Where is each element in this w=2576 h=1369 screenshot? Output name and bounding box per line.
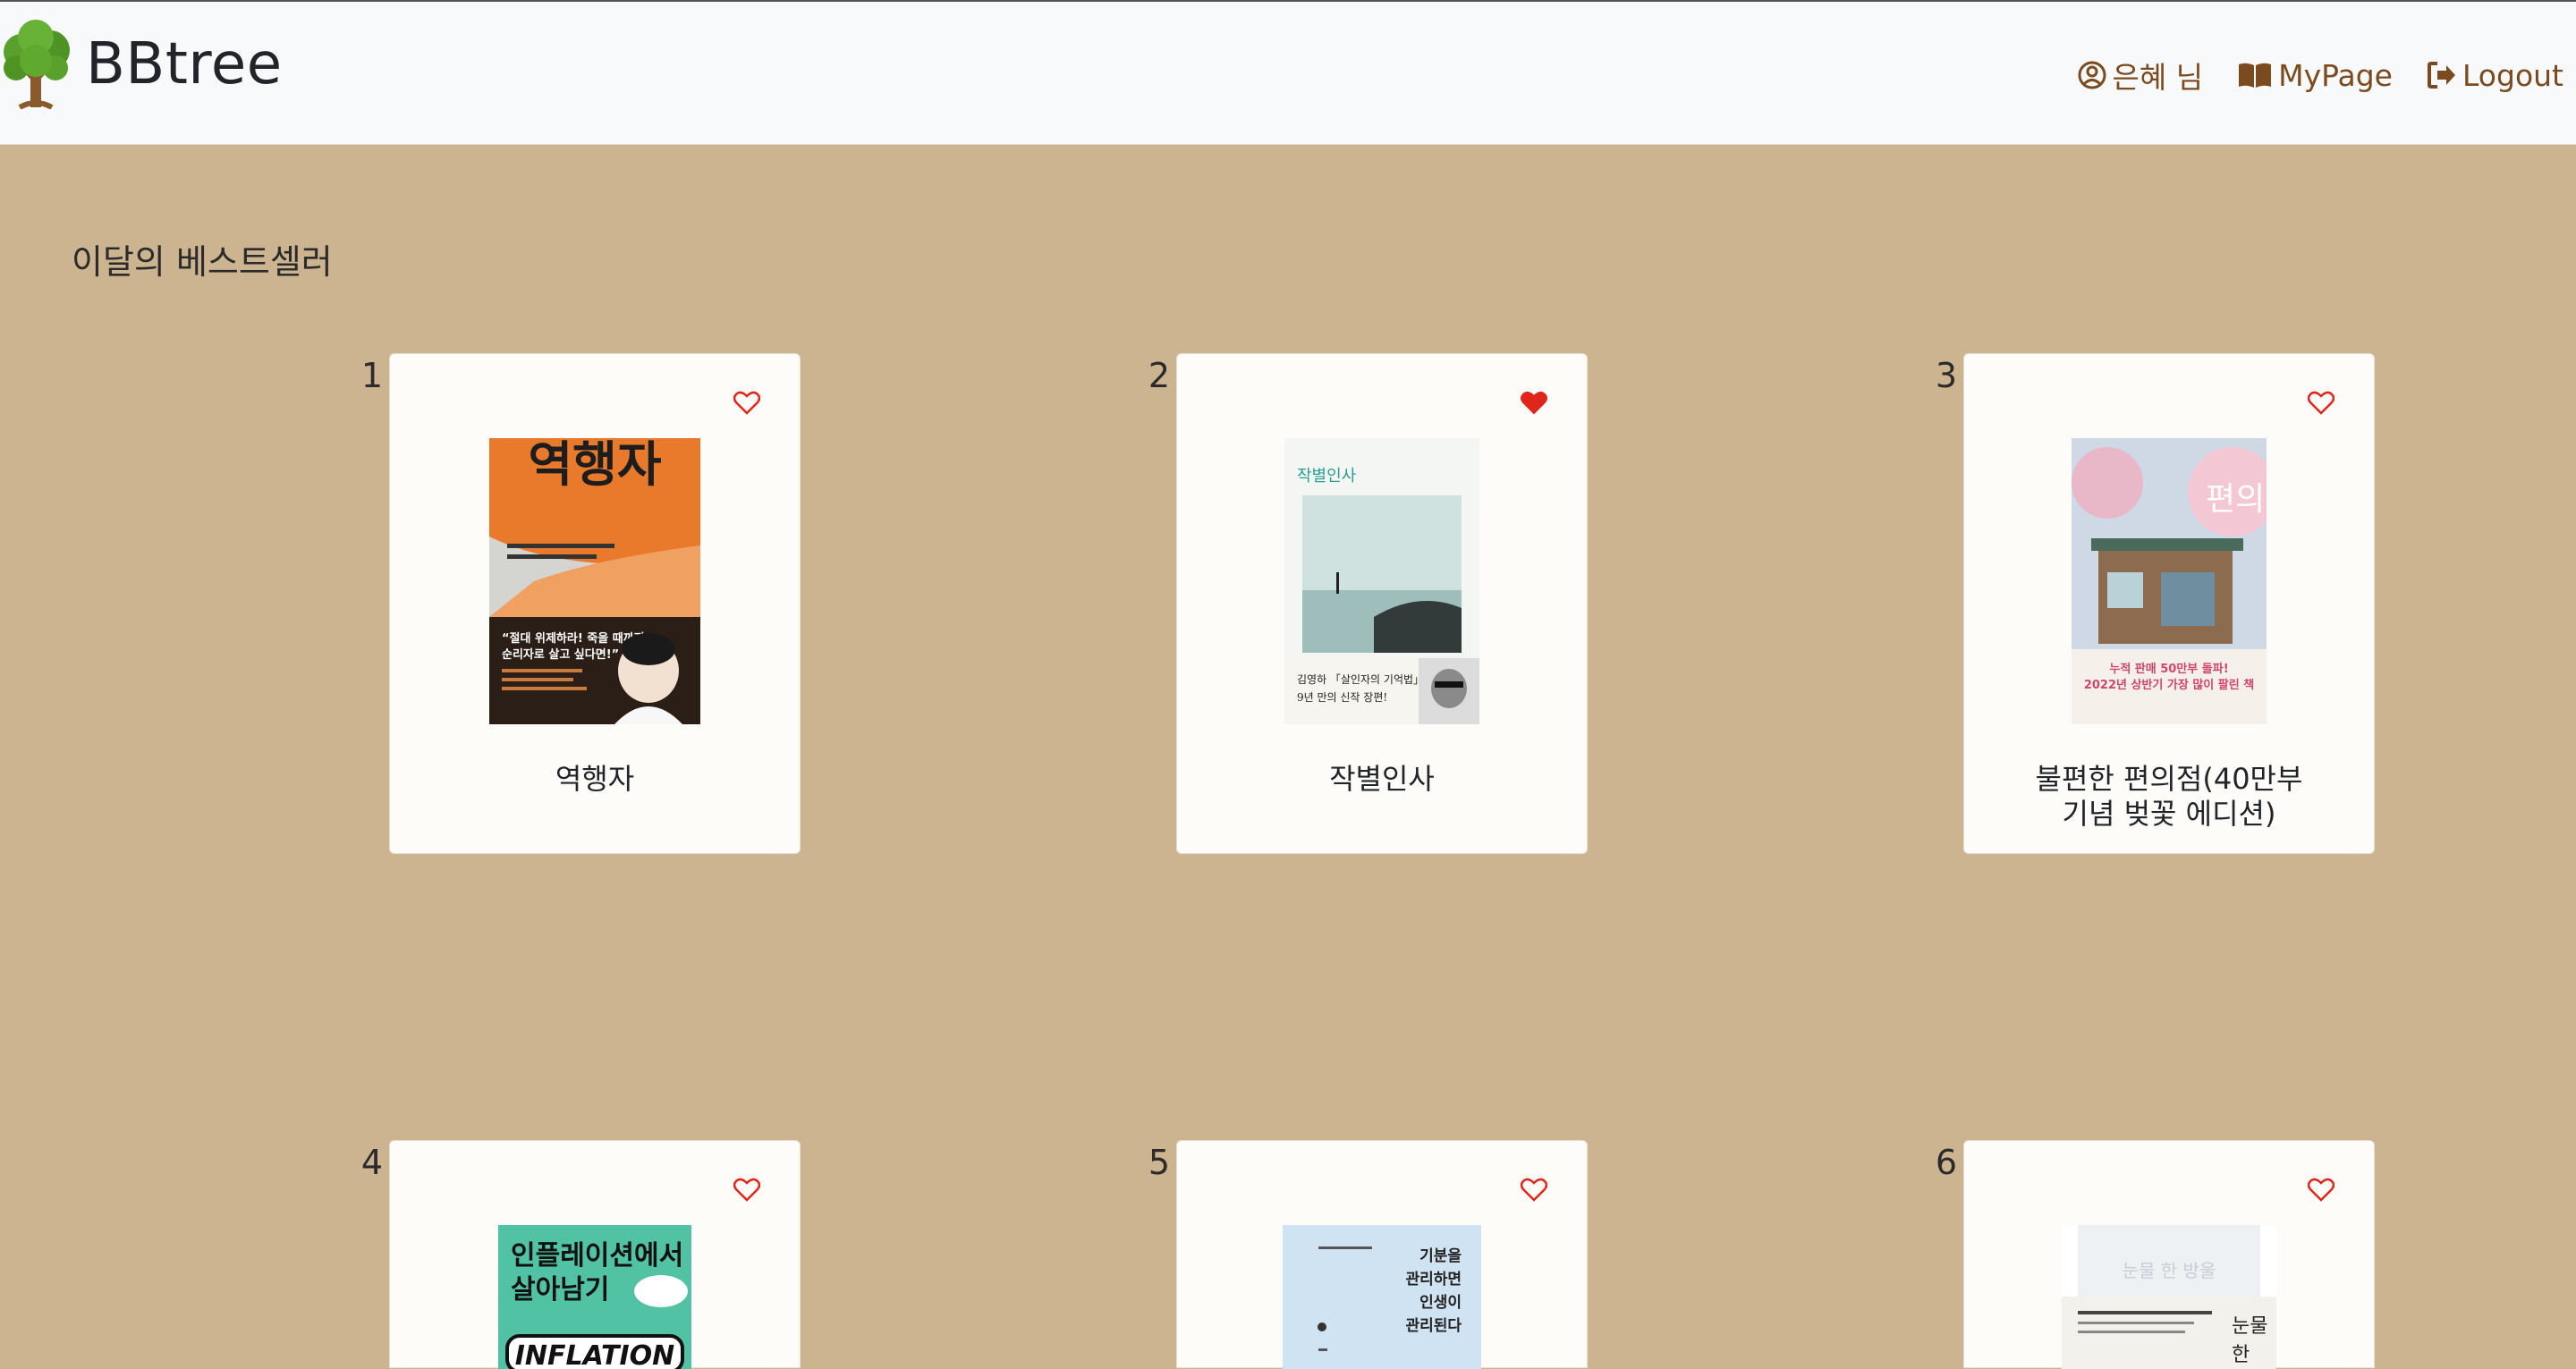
- book-card[interactable]: 작별인사 김영하 「살인자의 기억법」 이후 9년 만의 신작 장편! 작별인사: [1176, 353, 1588, 854]
- cover-title-text: 역행자: [528, 438, 661, 493]
- mypage-link[interactable]: MyPage: [2237, 58, 2393, 93]
- heart-outline-icon[interactable]: [733, 1177, 760, 1202]
- book-cover-image[interactable]: 편의 누적 판매 50만부 돌파! 2022년 상반기 가장 많이 팔린 책: [2072, 438, 2267, 724]
- book-title[interactable]: 역행자: [444, 762, 746, 797]
- book-cover-image[interactable]: 인플레이션에서 살아남기 INFLATION: [498, 1225, 691, 1369]
- cover-quote-text-2: 순리자로 살고 싶다면!”: [502, 647, 619, 662]
- brand-name: BBtree: [86, 31, 283, 97]
- brand-link[interactable]: BBtree: [0, 20, 283, 109]
- book-cover-image[interactable]: 역행자 “절대 위제하라! 죽을 때까지 순리자로 살고 싶다면!”: [489, 438, 700, 724]
- tree-logo-icon: [4, 20, 70, 109]
- sign-out-icon: [2428, 62, 2455, 89]
- nav-links: 은혜 님 MyPage Logout: [2043, 54, 2563, 97]
- cover-title-text: 기분을: [1419, 1247, 1462, 1265]
- navbar: BBtree 은혜 님 MyPage Logout: [0, 2, 2576, 145]
- cover-title-text-3: 인생이: [1419, 1294, 1462, 1312]
- cover-title-text: 편의: [2206, 481, 2265, 518]
- rank-number: 4: [360, 1143, 383, 1182]
- user-link[interactable]: 은혜 님: [2077, 54, 2204, 97]
- book-cover-image[interactable]: 기분을 관리하면 인생이 관리된다: [1283, 1225, 1481, 1369]
- cover-title-text: 작별인사: [1297, 467, 1357, 486]
- cover-sub-text: 누적 판매 50만부 돌파!: [2109, 662, 2228, 676]
- rank-number: 1: [360, 356, 383, 395]
- rank-number: 3: [1935, 356, 1957, 395]
- cover-faded-text: 눈물 한 방울: [2123, 1260, 2216, 1281]
- heart-outline-icon[interactable]: [2308, 1177, 2334, 1202]
- heart-outline-icon[interactable]: [2308, 390, 2334, 415]
- cover-title-text-2: 살아남기: [511, 1274, 609, 1306]
- mypage-label: MyPage: [2278, 57, 2393, 93]
- book-card[interactable]: 역행자 “절대 위제하라! 죽을 때까지 순리자로 살고 싶다면!” 역행자: [389, 353, 801, 854]
- book-card[interactable]: 기분을 관리하면 인생이 관리된다: [1176, 1140, 1588, 1369]
- logout-label: Logout: [2462, 57, 2563, 93]
- user-circle-icon: [2078, 61, 2106, 89]
- heart-outline-icon[interactable]: [1521, 1177, 1547, 1202]
- book-card[interactable]: 눈물 한 방울 눈물 한: [1963, 1140, 2375, 1369]
- cover-title-text: 인플레이션에서: [511, 1240, 683, 1272]
- book-cover-image[interactable]: 작별인사 김영하 「살인자의 기억법」 이후 9년 만의 신작 장편!: [1284, 438, 1479, 724]
- cover-quote-text: “절대 위제하라! 죽을 때까지: [502, 631, 645, 646]
- book-title[interactable]: 작별인사: [1231, 762, 1533, 797]
- heart-filled-icon[interactable]: [1521, 390, 1547, 415]
- section-title: 이달의 베스트셀러: [72, 242, 333, 282]
- cover-title-text-4: 관리된다: [1405, 1317, 1462, 1335]
- book-card[interactable]: 편의 누적 판매 50만부 돌파! 2022년 상반기 가장 많이 팔린 책 불…: [1963, 353, 2375, 854]
- cover-inflation-text: INFLATION: [515, 1340, 674, 1369]
- cover-title-text: 눈물: [2232, 1315, 2267, 1338]
- book-open-icon: [2239, 63, 2272, 88]
- book-cover-image[interactable]: 눈물 한 방울 눈물 한: [2062, 1225, 2276, 1369]
- rank-number: 6: [1935, 1143, 1957, 1182]
- cover-title-text-2: 관리하면: [1405, 1271, 1462, 1289]
- cover-sub-text-2: 9년 만의 신작 장편!: [1297, 691, 1387, 704]
- book-card[interactable]: 인플레이션에서 살아남기 INFLATION: [389, 1140, 801, 1369]
- logout-link[interactable]: Logout: [2427, 58, 2563, 93]
- cover-title-text-2: 한: [2232, 1344, 2250, 1366]
- heart-outline-icon[interactable]: [733, 390, 760, 415]
- cover-sub-text-2: 2022년 상반기 가장 많이 팔린 책: [2084, 678, 2254, 692]
- book-title[interactable]: 불편한 편의점(40만부 기념 벚꽃 에디션): [2018, 762, 2320, 832]
- rank-number: 5: [1148, 1143, 1170, 1182]
- user-label: 은혜 님: [2112, 60, 2204, 95]
- rank-number: 2: [1148, 356, 1170, 395]
